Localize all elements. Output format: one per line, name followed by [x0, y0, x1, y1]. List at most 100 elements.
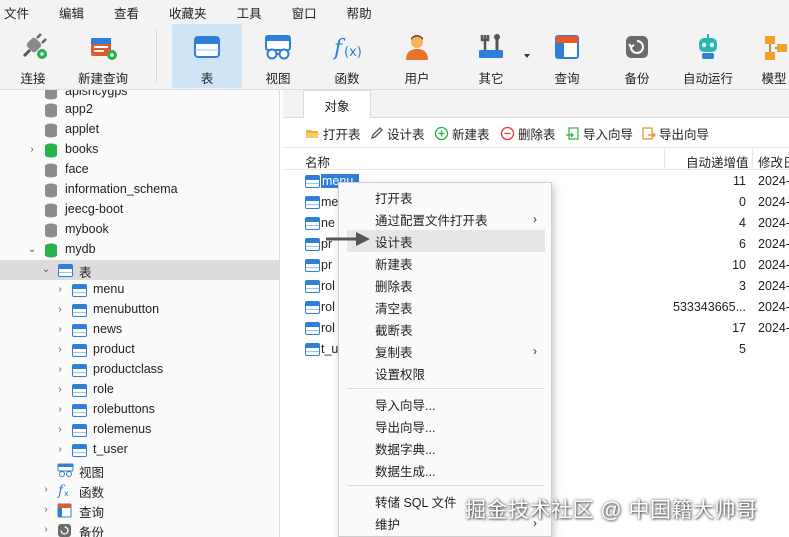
column-header-auto-increment[interactable]: 自动递增值	[686, 152, 749, 171]
tree-db-jeecg-boot[interactable]: jeecg-boot	[0, 200, 279, 220]
new-table-button[interactable]: 新建表	[434, 124, 490, 142]
column-header-name[interactable]: 名称	[305, 152, 330, 171]
new-table-label: 新建表	[452, 127, 490, 142]
ctx-item-label: 设置权限	[375, 367, 426, 382]
tree-db-app2[interactable]: app2	[0, 100, 279, 120]
tree-backups-group[interactable]: › 备份	[0, 520, 279, 537]
auto-run-button[interactable]: 自动运行	[680, 24, 736, 88]
column-divider	[664, 148, 665, 170]
submenu-arrow-icon: ›	[533, 212, 537, 226]
design-table-button[interactable]: 设计表	[369, 124, 425, 142]
annotation-arrow-icon	[326, 232, 370, 246]
ctx-delete-table[interactable]: 删除表	[347, 274, 545, 296]
ctx-open-with-profile[interactable]: 通过配置文件打开表 ›	[347, 208, 545, 230]
minus-circle-icon	[500, 126, 515, 141]
ctx-data-dictionary[interactable]: 数据字典...	[347, 437, 545, 459]
tree-functions-group[interactable]: › fx 函数	[0, 480, 279, 500]
tree-table-role[interactable]: › role	[0, 380, 279, 400]
delete-table-label: 删除表	[518, 127, 556, 142]
function-button[interactable]: f (x) 函数	[320, 24, 374, 88]
tree-db-face[interactable]: face	[0, 160, 279, 180]
tree-table-menu[interactable]: › menu	[0, 280, 279, 300]
ctx-import-wizard[interactable]: 导入向导...	[347, 393, 545, 415]
tree-table-menubutton[interactable]: › menubutton	[0, 300, 279, 320]
column-header-modified[interactable]: 修改日	[758, 152, 789, 171]
chevron-right-icon[interactable]: ›	[55, 445, 65, 455]
tree-table-label: productclass	[93, 362, 164, 376]
import-wizard-button[interactable]: 导入向导	[565, 124, 633, 142]
ctx-export-wizard[interactable]: 导出向导...	[347, 415, 545, 437]
tree-db-mydb[interactable]: ⌄ mydb	[0, 240, 279, 260]
delete-table-button[interactable]: 删除表	[500, 124, 556, 142]
user-button[interactable]: 用户	[390, 24, 444, 88]
chevron-right-icon[interactable]: ›	[55, 345, 65, 355]
connect-button[interactable]: 连接	[6, 24, 60, 88]
menu-tools[interactable]: 工具	[233, 3, 274, 22]
row-auto-increment: 17	[732, 321, 746, 335]
query-button[interactable]: 查询	[540, 24, 594, 88]
menu-window[interactable]: 窗口	[288, 3, 329, 22]
tree-db-information-schema[interactable]: information_schema	[0, 180, 279, 200]
menu-help[interactable]: 帮助	[343, 3, 384, 22]
connection-tree[interactable]: apisncygps app2 applet › books face info…	[0, 90, 280, 537]
tree-db-label: information_schema	[65, 182, 178, 196]
chevron-down-icon[interactable]: ⌄	[27, 245, 37, 255]
ctx-set-permissions[interactable]: 设置权限	[347, 362, 545, 384]
chevron-right-icon[interactable]: ›	[55, 285, 65, 295]
ctx-open-table[interactable]: 打开表	[347, 186, 545, 208]
tree-db-applet[interactable]: applet	[0, 120, 279, 140]
ctx-new-table[interactable]: 新建表	[347, 252, 545, 274]
chevron-down-icon[interactable]: ⌄	[41, 265, 51, 275]
tree-table-product[interactable]: › product	[0, 340, 279, 360]
table-icon	[72, 444, 87, 457]
ctx-copy-table[interactable]: 复制表 ›	[347, 340, 545, 362]
table-button[interactable]: 表	[172, 24, 242, 88]
ctx-design-table[interactable]: 设计表	[347, 230, 545, 252]
tree-db-books[interactable]: › books	[0, 140, 279, 160]
open-table-button[interactable]: 打开表	[305, 124, 361, 142]
table-label: 表	[200, 72, 214, 86]
chevron-right-icon[interactable]: ›	[41, 485, 51, 495]
chevron-right-icon[interactable]: ›	[55, 425, 65, 435]
menu-favorites[interactable]: 收藏夹	[165, 3, 219, 22]
chevron-right-icon[interactable]: ›	[55, 405, 65, 415]
tree-queries-group[interactable]: › 查询	[0, 500, 279, 520]
menu-view[interactable]: 查看	[110, 3, 151, 22]
chevron-right-icon[interactable]: ›	[55, 365, 65, 375]
table-icon	[72, 344, 87, 357]
tree-table-news[interactable]: › news	[0, 320, 279, 340]
ctx-truncate-table[interactable]: 截断表	[347, 318, 545, 340]
ctx-empty-table[interactable]: 清空表	[347, 296, 545, 318]
menu-edit[interactable]: 编辑	[55, 3, 96, 22]
tree-db-mybook[interactable]: mybook	[0, 220, 279, 240]
other-button[interactable]: 其它	[462, 24, 520, 88]
tree-table-t-user[interactable]: › t_user	[0, 440, 279, 460]
chevron-right-icon[interactable]: ›	[55, 325, 65, 335]
menu-file[interactable]: 文件	[0, 3, 41, 22]
view-button[interactable]: 视图	[252, 24, 304, 88]
import-icon	[565, 126, 580, 141]
model-button[interactable]: 模型	[752, 24, 789, 88]
ctx-data-generation[interactable]: 数据生成...	[347, 459, 545, 481]
chevron-right-icon[interactable]: ›	[41, 525, 51, 535]
other-dropdown-caret-icon[interactable]	[524, 54, 530, 58]
query-icon	[57, 503, 72, 518]
row-modified: 2024-	[758, 174, 789, 188]
tree-views-group[interactable]: 视图	[0, 460, 279, 480]
tab-objects[interactable]: 对象	[303, 90, 371, 119]
database-gray-icon	[45, 163, 57, 178]
tree-table-rolebuttons[interactable]: › rolebuttons	[0, 400, 279, 420]
chevron-right-icon[interactable]: ›	[41, 505, 51, 515]
export-wizard-button[interactable]: 导出向导	[641, 124, 709, 142]
new-query-button[interactable]: 新建查询	[72, 24, 134, 88]
chevron-right-icon[interactable]: ›	[55, 385, 65, 395]
tree-table-rolemenus[interactable]: › rolemenus	[0, 420, 279, 440]
tree-table-productclass[interactable]: › productclass	[0, 360, 279, 380]
database-green-icon	[45, 243, 57, 258]
backup-button[interactable]: 备份	[610, 24, 664, 88]
tree-table-label: role	[93, 382, 114, 396]
chevron-right-icon[interactable]: ›	[27, 145, 37, 155]
tree-tables-group[interactable]: ⌄ 表	[0, 260, 279, 280]
model-label: 模型	[761, 72, 787, 86]
chevron-right-icon[interactable]: ›	[55, 305, 65, 315]
